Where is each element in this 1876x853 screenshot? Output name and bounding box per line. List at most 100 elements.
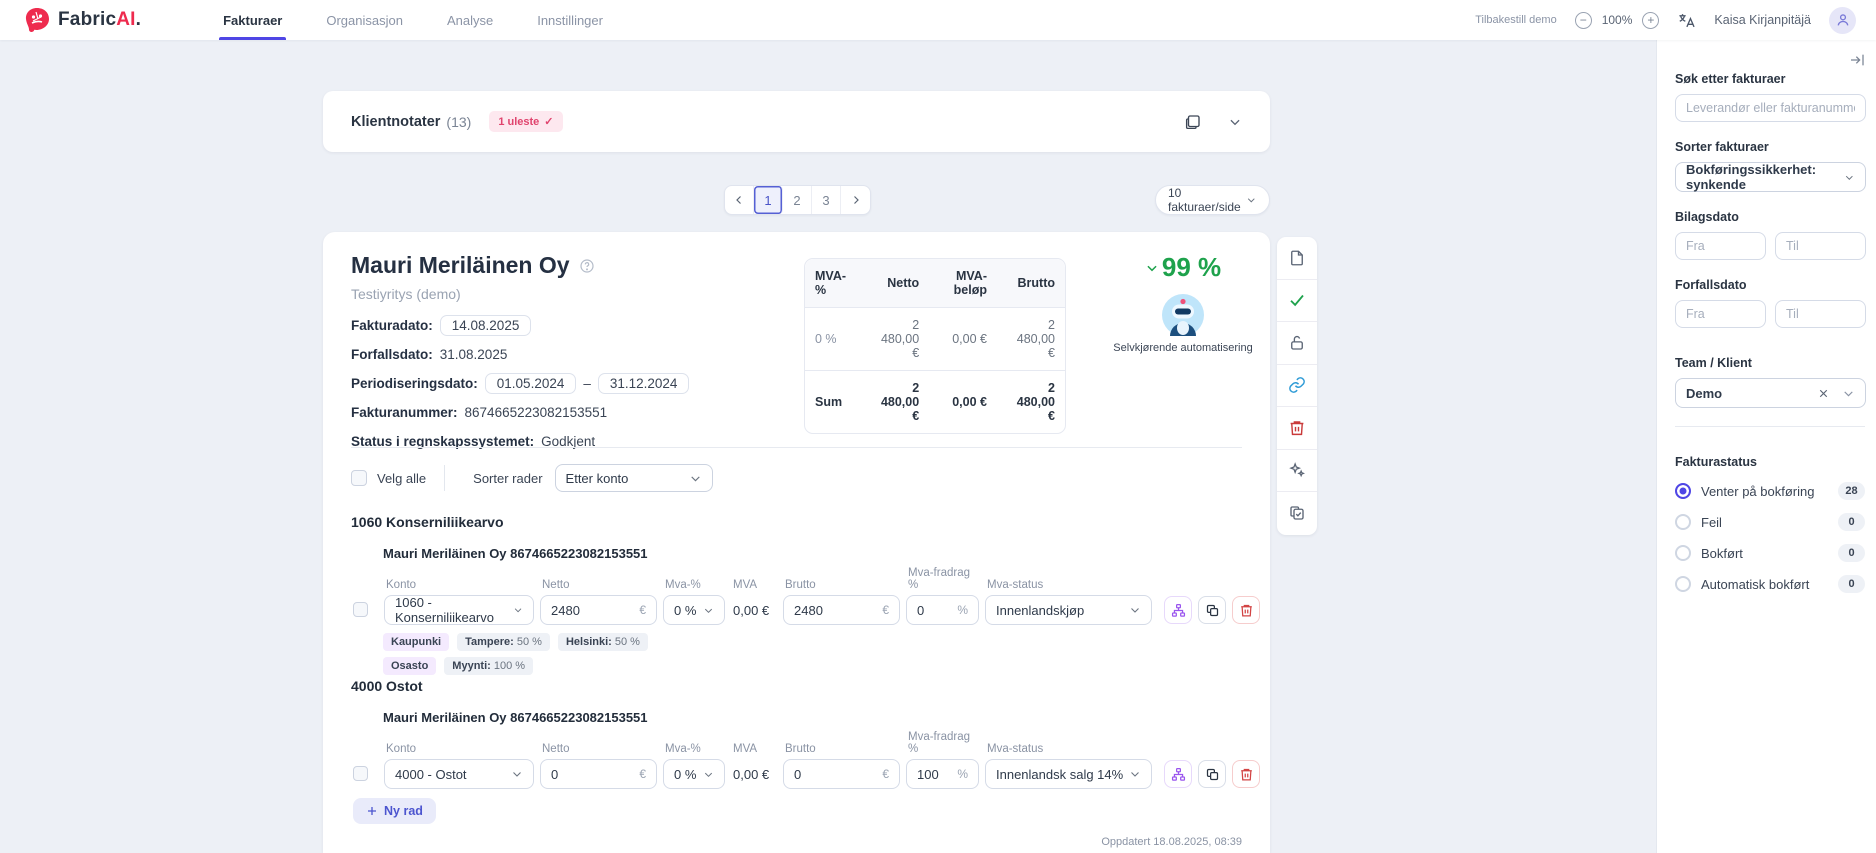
row-title: Mauri Meriläinen Oy 8674665223082153551 [383, 710, 648, 725]
brutto-input-box: € [783, 759, 900, 789]
select-all-checkbox[interactable] [351, 470, 367, 486]
toolbar-unlock-button[interactable] [1277, 322, 1317, 365]
forfallsdato-to-input[interactable] [1775, 300, 1866, 328]
period-to-value[interactable]: 31.12.2024 [597, 373, 690, 394]
brutto-input[interactable] [794, 766, 877, 782]
toolbar-ai-button[interactable] [1277, 450, 1317, 492]
tag[interactable]: Myynti: 100 % [444, 657, 534, 675]
help-icon[interactable] [579, 258, 595, 274]
invoice-status-label: Fakturastatus [1675, 455, 1757, 469]
due-date-row: Forfallsdato: 31.08.2025 [351, 347, 508, 362]
status-option-automatisk[interactable]: Automatisk bokført 0 [1675, 575, 1865, 593]
fradrag-input[interactable] [917, 602, 952, 618]
sort-rows-select[interactable]: Etter konto [554, 464, 713, 492]
account-section-1060: 1060 Konserniliikearvo Mauri Meriläinen … [351, 514, 1260, 675]
automation-confidence: 99 % Selvkjørende automatisering [1108, 252, 1258, 354]
bilagsdato-to-input[interactable] [1775, 232, 1866, 260]
fradrag-input[interactable] [917, 766, 952, 782]
brutto-input[interactable] [794, 602, 877, 618]
page-button-2[interactable]: 2 [783, 186, 812, 214]
team-client-label: Team / Klient [1675, 356, 1752, 370]
chevron-left-icon [736, 196, 741, 204]
duplicate-row-button[interactable] [1198, 596, 1226, 624]
page-size-select[interactable]: 10 fakturaer/side [1155, 185, 1270, 215]
toolbar-tasks-button[interactable] [1277, 492, 1317, 535]
status-count-badge: 0 [1838, 544, 1865, 562]
tag[interactable]: Tampere: 50 % [457, 633, 550, 651]
search-input[interactable] [1675, 94, 1866, 122]
toolbar-document-button[interactable] [1277, 237, 1317, 280]
chevron-down-icon [513, 772, 521, 777]
tab-organisasjon[interactable]: Organisasjon [304, 0, 425, 40]
zoom-out-button[interactable]: − [1574, 11, 1592, 29]
toolbar-link-button[interactable] [1277, 365, 1317, 407]
avatar[interactable] [1829, 6, 1856, 34]
mva-pct-select[interactable]: 0 % [663, 759, 725, 789]
row-checkbox[interactable] [353, 766, 368, 781]
language-translate-icon[interactable] [1677, 11, 1696, 30]
stacked-windows-icon[interactable] [1184, 113, 1202, 131]
dimensions-button[interactable] [1164, 760, 1192, 788]
toolbar-approve-button[interactable] [1277, 280, 1317, 322]
chevron-down-icon [1846, 175, 1854, 180]
toolbar-delete-button[interactable] [1277, 407, 1317, 450]
new-row-button[interactable]: Ny rad [353, 798, 436, 824]
vat-summary-table: MVA-% Netto MVA-beløp Brutto 0 % 2 480,00… [804, 258, 1066, 434]
netto-input[interactable] [551, 602, 634, 618]
app-logo[interactable]: FabricAI. [24, 7, 141, 33]
radio-icon [1675, 514, 1691, 530]
tab-fakturaer[interactable]: Fakturaer [201, 0, 304, 40]
mva-status-select[interactable]: Innenlandskjøp [985, 595, 1152, 625]
invoice-date-value[interactable]: 14.08.2025 [439, 315, 532, 336]
duplicate-row-button[interactable] [1198, 760, 1226, 788]
accounting-status-row: Status i regnskapssystemet: Godkjent [351, 434, 596, 449]
page-button-1[interactable]: 1 [754, 186, 783, 214]
next-page-button[interactable] [841, 186, 870, 214]
row-checkbox[interactable] [353, 602, 368, 617]
status-option-venter[interactable]: Venter på bokføring 28 [1675, 482, 1865, 500]
tab-innstillinger[interactable]: Innstillinger [515, 0, 625, 40]
trash-icon [1240, 768, 1252, 780]
divider [351, 447, 1242, 448]
mva-pct-select[interactable]: 0 % [663, 595, 725, 625]
zoom-level: 100% [1601, 13, 1633, 27]
dimensions-button[interactable] [1164, 596, 1192, 624]
sort-invoices-select[interactable]: Bokføringssikkerhet: synkende [1675, 162, 1866, 192]
tab-analyse[interactable]: Analyse [425, 0, 515, 40]
team-client-select[interactable]: Demo [1675, 378, 1866, 408]
brutto-input-box: € [783, 595, 900, 625]
dimension-tags-row: Kaupunki Tampere: 50 % Helsinki: 50 % [383, 633, 1242, 651]
user-name[interactable]: Kaisa Kirjanpitäjä [1714, 13, 1811, 27]
radio-icon [1675, 545, 1691, 561]
tag[interactable]: Kaupunki [383, 633, 450, 651]
unread-badge[interactable]: 1 uleste ✓ [489, 111, 563, 132]
konto-select[interactable]: 1060 - Konserniliikearvo [384, 595, 534, 625]
link-icon [1289, 377, 1305, 394]
netto-input-box: € [540, 759, 657, 789]
delete-row-button[interactable] [1232, 760, 1260, 788]
tag[interactable]: Osasto [383, 657, 437, 675]
konto-select[interactable]: 4000 - Ostot [384, 759, 534, 789]
status-option-bokfort[interactable]: Bokført 0 [1675, 544, 1865, 562]
zoom-in-button[interactable]: + [1642, 11, 1660, 29]
bilagsdato-from-input[interactable] [1675, 232, 1766, 260]
reset-demo-link[interactable]: Tilbakestill demo [1475, 14, 1557, 26]
chevron-down-icon [1844, 390, 1853, 397]
prev-page-button[interactable] [725, 186, 754, 214]
chevron-down-icon[interactable] [1228, 115, 1242, 129]
collapse-sidebar-button[interactable] [1675, 52, 1865, 68]
copy-icon [1206, 768, 1218, 780]
notes-title: Klientnotater [351, 113, 441, 130]
chevron-right-icon [853, 196, 859, 204]
status-option-feil[interactable]: Feil 0 [1675, 513, 1865, 531]
netto-input[interactable] [551, 766, 634, 782]
delete-row-button[interactable] [1232, 596, 1260, 624]
clear-icon[interactable] [1817, 387, 1830, 400]
fabricai-logo-icon [25, 8, 49, 32]
forfallsdato-from-input[interactable] [1675, 300, 1766, 328]
mva-status-select[interactable]: Innenlandsk salg 14% [985, 759, 1152, 789]
section-heading: 4000 Ostot [351, 678, 423, 694]
tag[interactable]: Helsinki: 50 % [557, 633, 648, 651]
period-from-value[interactable]: 01.05.2024 [484, 373, 577, 394]
page-button-3[interactable]: 3 [812, 186, 841, 214]
